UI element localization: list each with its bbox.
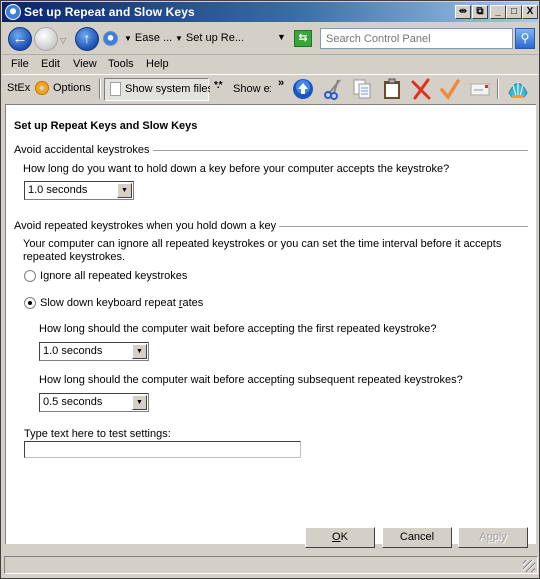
checkmark-icon[interactable] bbox=[439, 78, 461, 100]
menu-edit[interactable]: Edit bbox=[41, 58, 60, 70]
search-button[interactable]: ⚲ bbox=[515, 28, 535, 49]
delete-icon[interactable] bbox=[410, 78, 432, 100]
toolbar-separator bbox=[99, 79, 101, 99]
stex-label: StEx bbox=[7, 82, 31, 94]
file-extension-icon: *.* bbox=[214, 80, 223, 91]
paste-icon[interactable] bbox=[381, 78, 403, 100]
group-label-repeated: Avoid repeated keystrokes when you hold … bbox=[14, 220, 280, 232]
options-gear-icon bbox=[35, 81, 49, 95]
menu-bar: File Edit View Tools Help bbox=[2, 56, 538, 74]
back-button[interactable]: ← bbox=[8, 27, 32, 51]
chevron-down-icon[interactable]: ▼ bbox=[117, 183, 132, 198]
apply-button[interactable]: Apply bbox=[458, 527, 528, 548]
copy-icon[interactable] bbox=[351, 78, 373, 100]
toolbar-separator bbox=[497, 79, 499, 99]
chevron-down-icon[interactable]: ▼ bbox=[132, 344, 147, 359]
ok-button[interactable]: OK bbox=[305, 527, 375, 548]
refresh-button[interactable]: ⇆ bbox=[294, 30, 312, 47]
up-folder-icon[interactable] bbox=[292, 78, 314, 100]
page-title: Set up Repeat Keys and Slow Keys bbox=[14, 120, 198, 132]
show-system-files-button[interactable]: Show system files bbox=[104, 78, 213, 101]
email-icon[interactable] bbox=[469, 78, 491, 100]
slow-down-repeat-radio[interactable] bbox=[24, 297, 36, 309]
chevron-down-icon[interactable]: ▼ bbox=[132, 395, 147, 410]
address-dropdown-icon[interactable]: ▼ bbox=[277, 32, 286, 42]
forward-button[interactable]: → bbox=[34, 27, 58, 51]
menu-view[interactable]: View bbox=[73, 58, 97, 70]
menu-file[interactable]: File bbox=[11, 58, 29, 70]
control-panel-icon bbox=[103, 31, 118, 46]
group-label-accidental: Avoid accidental keystrokes bbox=[14, 144, 153, 156]
hold-key-question: How long do you want to hold down a key … bbox=[23, 163, 450, 175]
cancel-button[interactable]: Cancel bbox=[382, 527, 452, 548]
recent-pages-dropdown[interactable]: ▽ bbox=[60, 36, 66, 45]
show-extensions-button[interactable]: *.* Show ex bbox=[210, 78, 272, 101]
breadcrumb-setup[interactable]: ▼ Set up Re... bbox=[175, 32, 244, 44]
address-bar[interactable]: ▼ Ease ... ▼ Set up Re... ▼ bbox=[102, 28, 292, 50]
test-settings-input[interactable] bbox=[24, 441, 301, 458]
toolbar: StEx Options Show system files *.* Show … bbox=[2, 74, 538, 102]
pin-button[interactable]: ⇹ bbox=[455, 5, 471, 19]
search-input[interactable] bbox=[320, 28, 513, 49]
status-bar bbox=[4, 556, 538, 574]
group-divider bbox=[146, 150, 528, 151]
window-title: Set up Repeat and Slow Keys bbox=[24, 5, 195, 19]
close-button[interactable]: X bbox=[522, 5, 538, 19]
navigation-bar: ← → ▽ ↑ ▼Ease ... ▼Set up Re... ▼ ⇆ ⚲ bbox=[2, 23, 538, 55]
first-repeat-question: How long should the computer wait before… bbox=[39, 323, 437, 335]
repeat-description: Your computer can ignore all repeated ke… bbox=[23, 238, 502, 263]
toolbar-overflow-chevron[interactable]: » bbox=[278, 77, 284, 89]
menu-tools[interactable]: Tools bbox=[108, 58, 134, 70]
cut-icon[interactable] bbox=[322, 78, 344, 100]
document-icon bbox=[110, 82, 121, 96]
subsequent-repeat-delay-combo[interactable]: 0.5 seconds ▼ bbox=[39, 393, 149, 412]
options-button[interactable]: Options bbox=[53, 82, 91, 94]
maximize-button[interactable]: □ bbox=[506, 5, 522, 19]
shell-icon[interactable] bbox=[507, 78, 529, 100]
content-pane: Set up Repeat Keys and Slow Keys Avoid a… bbox=[5, 104, 536, 544]
test-settings-label: Type text here to test settings: bbox=[24, 428, 171, 440]
group-divider bbox=[258, 226, 528, 227]
up-button[interactable]: ↑ bbox=[75, 27, 99, 51]
minimize-button[interactable]: _ bbox=[490, 5, 506, 19]
menu-help[interactable]: Help bbox=[146, 58, 169, 70]
resize-grip[interactable] bbox=[523, 560, 535, 572]
ignore-repeats-radio[interactable] bbox=[24, 270, 36, 282]
ease-of-access-icon bbox=[5, 4, 21, 20]
subsequent-repeat-question: How long should the computer wait before… bbox=[39, 374, 463, 386]
ignore-repeats-label[interactable]: Ignore all repeated keystrokes bbox=[40, 270, 187, 282]
acceptance-delay-combo[interactable]: 1.0 seconds ▼ bbox=[24, 181, 134, 200]
title-bar[interactable]: Set up Repeat and Slow Keys ⇹ ⧉ _ □ X bbox=[2, 2, 538, 22]
slow-down-repeat-label[interactable]: Slow down keyboard repeat rates bbox=[40, 297, 203, 309]
window: Set up Repeat and Slow Keys ⇹ ⧉ _ □ X ← … bbox=[0, 0, 540, 579]
first-repeat-delay-combo[interactable]: 1.0 seconds ▼ bbox=[39, 342, 149, 361]
breadcrumb-ease[interactable]: ▼ Ease ... bbox=[124, 32, 172, 44]
rollup-button[interactable]: ⧉ bbox=[472, 5, 488, 19]
